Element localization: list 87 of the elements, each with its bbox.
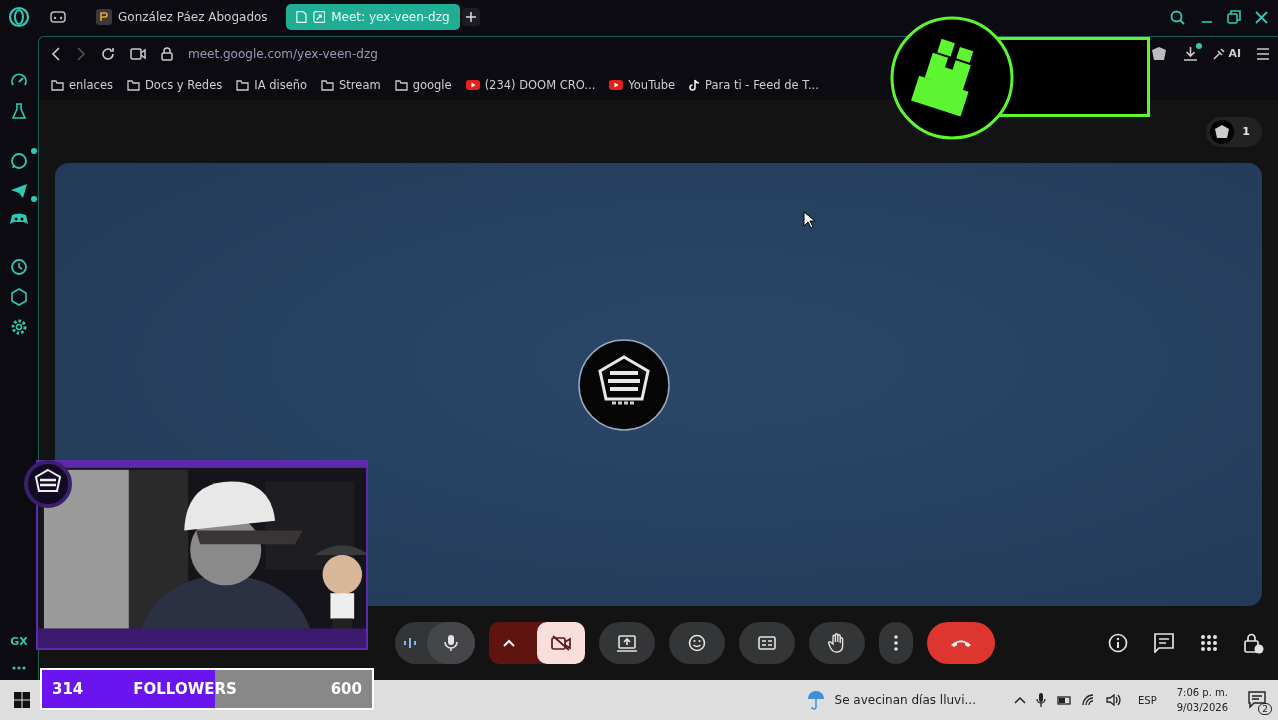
channel-emblem-icon	[24, 460, 72, 508]
lock-icon[interactable]	[161, 46, 173, 61]
apps-grid-icon[interactable]	[1200, 634, 1218, 652]
battery-icon[interactable]	[1056, 694, 1072, 706]
external-window-icon	[312, 10, 326, 24]
clock-date[interactable]: 9/03/2026	[1176, 700, 1228, 715]
followers-label: FOLLOWERS	[133, 680, 237, 698]
folder-icon	[51, 79, 64, 91]
notification-count: 2	[1258, 703, 1272, 715]
hand-icon	[828, 633, 846, 653]
caret-icon[interactable]	[503, 639, 515, 647]
bookmark-item[interactable]: YouTube	[609, 78, 676, 92]
play-button-icon	[465, 80, 480, 90]
bookmark-item[interactable]: Stream	[321, 78, 381, 92]
more-options-button[interactable]	[879, 622, 913, 664]
present-button[interactable]	[599, 622, 655, 664]
participant-avatar-icon	[577, 338, 670, 431]
microphone-icon[interactable]	[1036, 692, 1046, 708]
camera-off-icon	[551, 635, 571, 651]
info-icon[interactable]	[1108, 633, 1128, 653]
emoji-button[interactable]	[669, 622, 725, 664]
wifi-icon[interactable]	[1082, 694, 1096, 706]
flask-icon[interactable]	[10, 102, 28, 120]
chevron-up-icon[interactable]	[1014, 696, 1026, 704]
forward-icon[interactable]	[76, 46, 86, 61]
more-vertical-icon	[894, 635, 898, 651]
mouse-cursor-icon	[803, 211, 815, 229]
menu-icon[interactable]	[1256, 47, 1270, 60]
bookmark-item[interactable]: google	[394, 78, 452, 92]
settings-icon[interactable]	[10, 318, 28, 336]
microphone-icon	[444, 634, 458, 652]
maximize-icon[interactable]	[1227, 10, 1241, 24]
new-tab-icon[interactable]	[461, 8, 480, 26]
more-icon[interactable]	[12, 666, 26, 670]
audio-level-icon	[403, 637, 417, 649]
end-call-button[interactable]	[927, 622, 995, 664]
browser-tab[interactable]: González Páez Abogados	[84, 4, 280, 30]
folder-icon	[321, 79, 335, 91]
weather-umbrella-icon[interactable]	[806, 690, 825, 710]
gamepad-icon[interactable]	[10, 212, 28, 226]
participants-button[interactable]: 1	[1206, 116, 1262, 147]
microphone-button[interactable]	[427, 622, 475, 664]
ai-button[interactable]: AI	[1213, 47, 1241, 60]
windows-start-icon[interactable]	[14, 692, 30, 708]
music-note-icon	[689, 79, 701, 91]
raise-hand-button[interactable]	[809, 622, 865, 664]
bookmark-item[interactable]: Docs y Redes	[127, 78, 223, 92]
gx-label[interactable]: GX	[10, 635, 28, 648]
weather-text[interactable]: Se avecinan días lluvi...	[834, 693, 976, 707]
captions-button[interactable]	[739, 622, 795, 664]
address-field[interactable]: meet.google.com/yex-veen-dzg	[188, 46, 378, 61]
followers-count: 314	[52, 680, 84, 698]
gamepad-icon[interactable]	[50, 11, 66, 23]
screen-share-icon	[617, 634, 637, 652]
site-favicon-icon	[96, 9, 112, 25]
followers-goal: 600	[330, 680, 362, 698]
video-camera-icon[interactable]	[130, 47, 146, 60]
chat-icon[interactable]	[1154, 633, 1174, 653]
back-icon[interactable]	[51, 46, 61, 61]
phone-hang-up-icon	[950, 638, 972, 648]
paper-plane-icon[interactable]	[10, 182, 28, 200]
bookmark-item[interactable]: (234) DOOM CRO...	[465, 78, 596, 92]
bookmark-item[interactable]: enlaces	[51, 78, 113, 92]
search-icon[interactable]	[1170, 9, 1185, 25]
captions-icon	[758, 636, 776, 650]
play-button-icon	[609, 80, 624, 90]
participant-avatar-icon	[1210, 119, 1235, 144]
browser-logo-icon[interactable]	[8, 6, 30, 28]
folder-icon	[127, 79, 140, 91]
folder-icon	[236, 79, 250, 91]
close-icon[interactable]	[1255, 10, 1268, 24]
speaker-icon[interactable]	[1106, 693, 1122, 707]
wand-icon	[1213, 47, 1226, 60]
reload-icon[interactable]	[101, 46, 115, 61]
clock-icon[interactable]	[10, 258, 28, 276]
clock-time[interactable]: 7:06 p. m.	[1176, 685, 1228, 700]
folder-icon	[394, 79, 408, 91]
bookmark-item[interactable]: IA diseño	[236, 78, 308, 92]
chat-bubble-icon[interactable]	[10, 152, 28, 170]
page-icon	[295, 10, 307, 24]
host-lock-icon[interactable]	[1244, 632, 1264, 654]
emblem-icon[interactable]	[1150, 45, 1169, 62]
smiley-icon	[688, 634, 706, 652]
bookmark-item[interactable]: Para ti - Feed de T...	[689, 78, 819, 92]
language-indicator[interactable]: ESP	[1138, 694, 1157, 706]
camera-button[interactable]	[537, 622, 585, 664]
download-icon[interactable]	[1183, 46, 1199, 61]
